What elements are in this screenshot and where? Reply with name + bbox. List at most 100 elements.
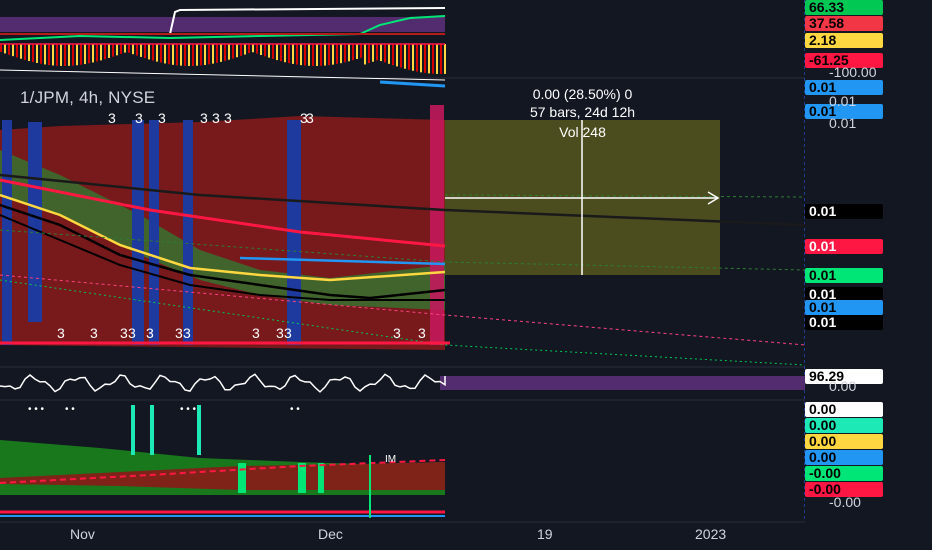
- histogram-bar: [416, 44, 418, 72]
- histogram-bar: [56, 44, 58, 66]
- price-tag: 0.01: [805, 239, 883, 254]
- price-tag: 0.00: [805, 418, 883, 433]
- histogram-bar: [68, 44, 70, 66]
- axis-value: -0.00: [829, 494, 861, 510]
- marker-3: 3: [284, 325, 292, 341]
- histogram-bar: [360, 44, 362, 58]
- histogram-bar: [252, 44, 254, 53]
- marker-3: 3: [108, 110, 116, 126]
- price-tag: 0.01: [805, 315, 883, 330]
- histogram-bar: [348, 44, 350, 62]
- histogram-bar: [152, 44, 154, 61]
- histogram-bar: [200, 44, 202, 66]
- histogram-bar: [140, 44, 142, 57]
- svg-text:• •: • •: [65, 404, 75, 415]
- chart-canvas[interactable]: • • • • • • • • • • IM: [0, 0, 932, 550]
- marker-3: 3: [276, 325, 284, 341]
- marker-3: 3: [175, 325, 183, 341]
- histogram-bar: [128, 44, 130, 53]
- histogram-bar: [332, 44, 334, 65]
- histogram-bar: [224, 44, 226, 61]
- histogram-bar: [16, 44, 18, 58]
- histogram-bar: [336, 44, 338, 64]
- histogram-bar: [440, 44, 442, 74]
- histogram-bar: [112, 44, 114, 57]
- histogram-bar: [408, 44, 410, 70]
- price-tag: 2.18: [805, 33, 883, 48]
- histogram-bar: [104, 44, 106, 60]
- histogram-bar: [428, 44, 430, 74]
- histogram-bar: [24, 44, 26, 60]
- histogram-bar: [136, 44, 138, 56]
- histogram-bar: [436, 44, 438, 74]
- histogram-bar: [172, 44, 174, 65]
- price-tag: 0.00: [805, 402, 883, 417]
- x-tick-dec: Dec: [318, 526, 343, 542]
- marker-3: 3: [120, 325, 128, 341]
- marker-3: 3: [183, 325, 191, 341]
- x-tick-19: 19: [537, 526, 553, 542]
- svg-text:• • •: • • •: [180, 404, 197, 415]
- histogram-bar: [48, 44, 50, 66]
- histogram-bar: [92, 44, 94, 63]
- histogram-bar: [268, 44, 270, 58]
- histogram-bar: [284, 44, 286, 63]
- histogram-bar: [84, 44, 86, 65]
- histogram-bar: [256, 44, 258, 54]
- histogram-bar: [324, 44, 326, 66]
- histogram-bar: [192, 44, 194, 66]
- histogram-bar: [12, 44, 14, 57]
- marker-3: 3: [200, 110, 208, 126]
- histogram-bar: [160, 44, 162, 63]
- marker-3: 3: [57, 325, 65, 341]
- histogram-bar: [4, 44, 6, 54]
- price-tag: 0.00: [805, 434, 883, 449]
- histogram-bar: [432, 44, 434, 74]
- histogram-bar: [164, 44, 166, 64]
- histogram-bar: [116, 44, 118, 56]
- histogram-bar: [0, 44, 2, 52]
- histogram-bar: [264, 44, 266, 57]
- x-tick-nov: Nov: [70, 526, 95, 542]
- histogram-bar: [232, 44, 234, 59]
- marker-3: 3: [146, 325, 154, 341]
- marker-3: 3: [90, 325, 98, 341]
- marker-3: 3: [252, 325, 260, 341]
- histogram-bar: [400, 44, 402, 68]
- histogram-bar: [276, 44, 278, 61]
- histogram-bar: [176, 44, 178, 66]
- marker-3: 3: [418, 325, 426, 341]
- price-axis[interactable]: 66.33 37.58 2.18 -61.25 0.01 0.01 0.01 0.01 0.01…: [805, 0, 932, 550]
- marker-3: 3: [212, 110, 220, 126]
- price-tag: 66.33: [805, 0, 883, 15]
- histogram-bar: [376, 44, 378, 61]
- histogram-bar: [260, 44, 262, 56]
- histogram-bar: [216, 44, 218, 63]
- axis-value: -100.00: [829, 64, 877, 80]
- histogram-bar: [88, 44, 90, 64]
- histogram-bar: [396, 44, 398, 67]
- symbol-label[interactable]: 1/JPM, 4h, NYSE: [20, 88, 155, 108]
- histogram-bar: [28, 44, 30, 62]
- measure-range: 57 bars, 24d 12h: [529, 104, 636, 120]
- histogram-bar: [64, 44, 66, 66]
- histogram-bar: [36, 44, 38, 63]
- histogram-bar: [404, 44, 406, 69]
- marker-3: 3: [135, 110, 143, 126]
- histogram-bar: [124, 44, 126, 53]
- measure-change: 0.00 (28.50%) 0: [532, 86, 633, 102]
- histogram-bar: [240, 44, 242, 56]
- histogram-bar: [80, 44, 82, 65]
- histogram-bar: [44, 44, 46, 65]
- histogram-bar: [220, 44, 222, 62]
- histogram-bar: [296, 44, 298, 65]
- axis-value: 0.00: [829, 378, 857, 394]
- histogram-bar: [312, 44, 314, 66]
- histogram-bar: [96, 44, 98, 62]
- histogram-bar: [144, 44, 146, 59]
- histogram-bar: [340, 44, 342, 64]
- histogram-bar: [272, 44, 274, 59]
- histogram-bar: [40, 44, 42, 64]
- histogram-bar: [248, 44, 250, 54]
- histogram-bar: [208, 44, 210, 65]
